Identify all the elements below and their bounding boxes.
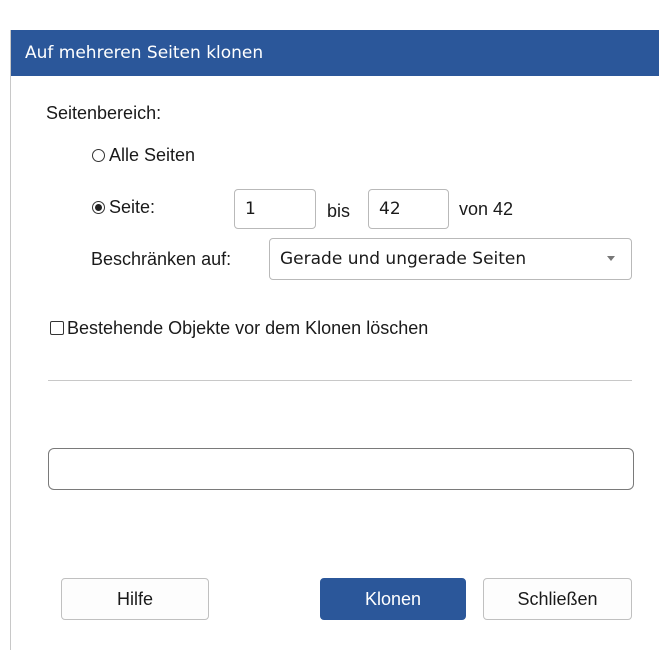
to-label: bis — [327, 201, 351, 221]
clone-button-label: Klonen — [364, 588, 422, 609]
restrict-label: Beschränken auf: — [91, 249, 232, 269]
restrict-dropdown-value: Gerade und ungerade Seiten — [280, 249, 527, 269]
page-to-input[interactable] — [368, 189, 449, 229]
delete-existing-checkbox-row[interactable]: Bestehende Objekte vor dem Klonen lösche… — [50, 317, 428, 339]
all-pages-radio-row[interactable]: Alle Seiten — [92, 144, 195, 166]
clone-dialog: Auf mehreren Seiten klonen Seitenbereich… — [10, 30, 659, 650]
page-label: Seite: — [109, 197, 156, 217]
page-radio[interactable] — [92, 200, 105, 214]
help-button[interactable]: Hilfe — [61, 578, 209, 620]
page-range-label: Seitenbereich: — [46, 103, 162, 123]
page-total-label: von 42 — [459, 199, 514, 219]
page-from-input[interactable] — [234, 189, 316, 229]
delete-existing-label: Bestehende Objekte vor dem Klonen lösche… — [67, 318, 429, 338]
progress-bar — [48, 448, 634, 490]
close-button-label: Schließen — [517, 588, 598, 609]
separator — [48, 380, 632, 381]
dialog-title-bar: Auf mehreren Seiten klonen — [11, 30, 659, 76]
chevron-down-icon — [607, 256, 615, 261]
close-button[interactable]: Schließen — [483, 578, 632, 620]
delete-existing-checkbox[interactable] — [50, 321, 64, 335]
page-radio-row[interactable]: Seite: — [92, 196, 155, 218]
clone-button[interactable]: Klonen — [320, 578, 466, 620]
all-pages-label: Alle Seiten — [109, 145, 196, 165]
restrict-dropdown[interactable]: Gerade und ungerade Seiten — [269, 238, 632, 280]
help-button-label: Hilfe — [116, 588, 153, 609]
dialog-title: Auf mehreren Seiten klonen — [25, 43, 264, 63]
all-pages-radio[interactable] — [92, 148, 105, 162]
